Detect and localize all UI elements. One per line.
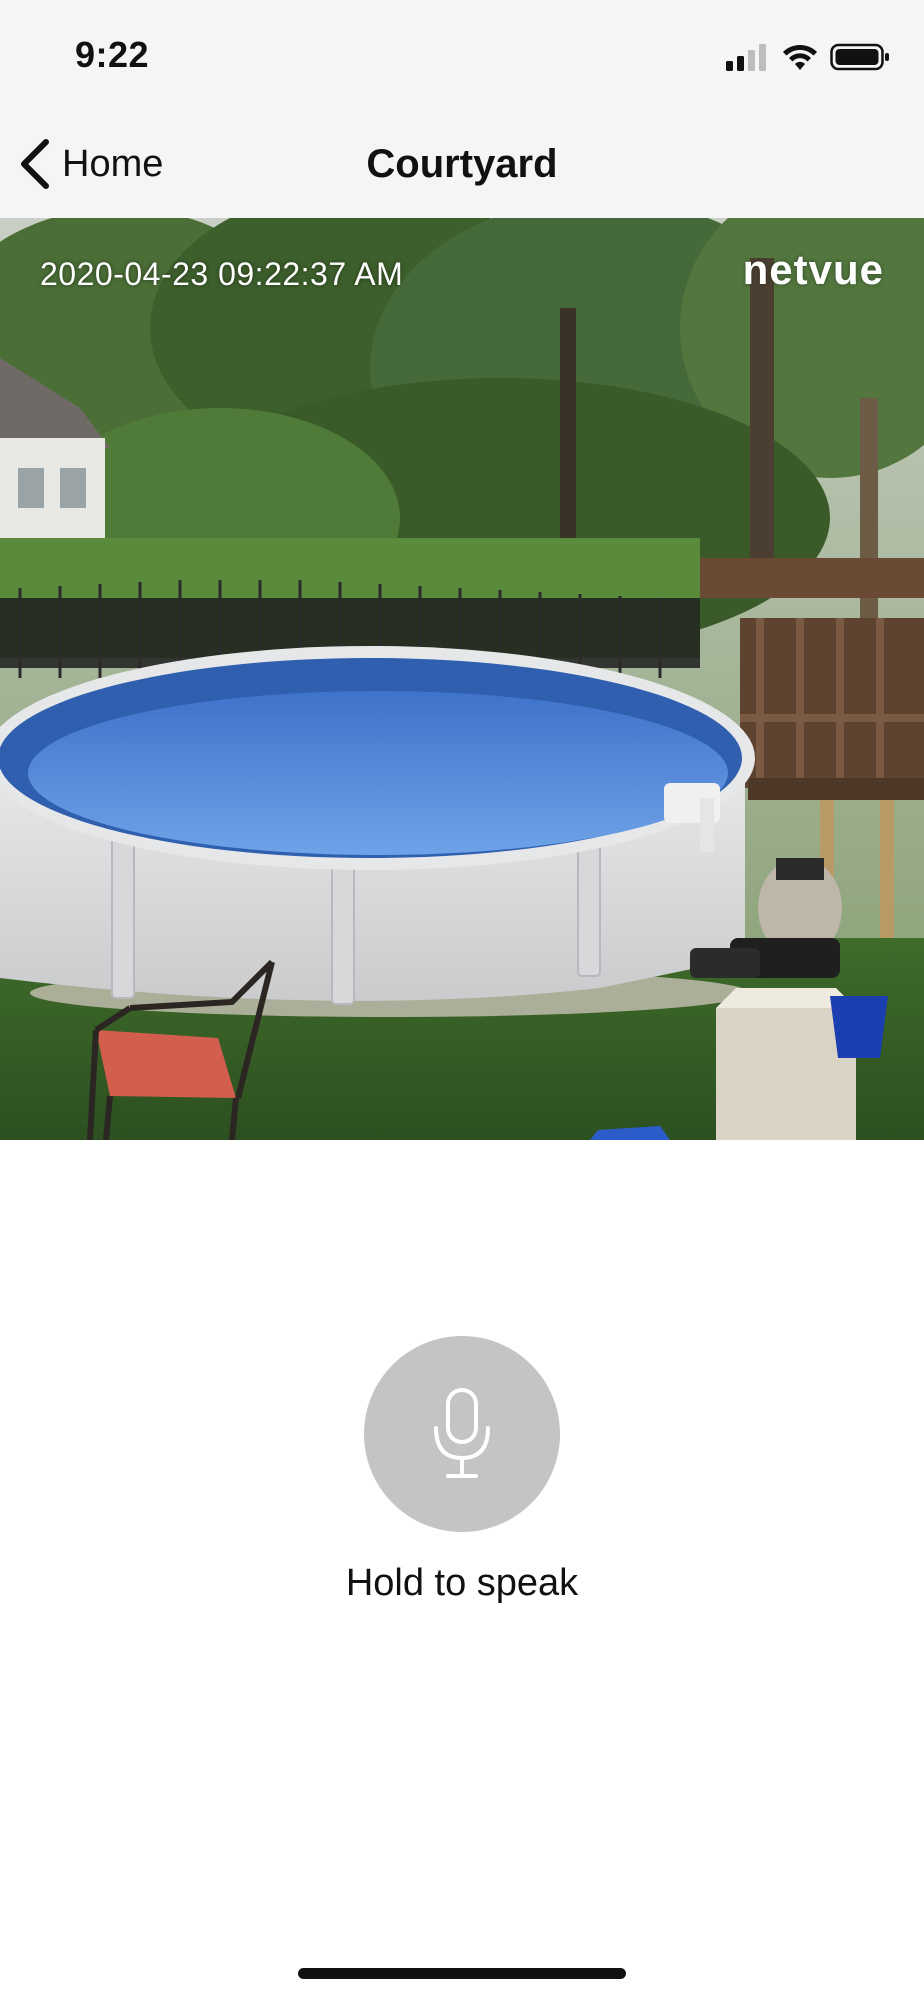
battery-icon <box>830 43 889 71</box>
microphone-icon <box>434 1388 490 1478</box>
signal-icon <box>726 44 766 71</box>
status-icons <box>726 40 890 74</box>
brand-logo: netvue <box>742 246 884 293</box>
wifi-icon <box>783 44 817 70</box>
hold-to-speak-label: Hold to speak <box>345 1562 579 1604</box>
page-title: Courtyard <box>366 142 558 186</box>
camera-feed[interactable]: 2020-04-23 09:22:37 AM netvue <box>0 218 924 1140</box>
feed-timestamp: 2020-04-23 09:22:37 AM <box>40 256 404 292</box>
hold-to-speak-button[interactable] <box>364 1336 560 1532</box>
status-time: 9:22 <box>75 34 150 75</box>
home-indicator[interactable] <box>298 1968 626 1979</box>
nav-bar: Home Courtyard <box>0 110 924 218</box>
camera-image <box>0 218 924 1140</box>
status-bar: 9:22 <box>0 0 924 110</box>
